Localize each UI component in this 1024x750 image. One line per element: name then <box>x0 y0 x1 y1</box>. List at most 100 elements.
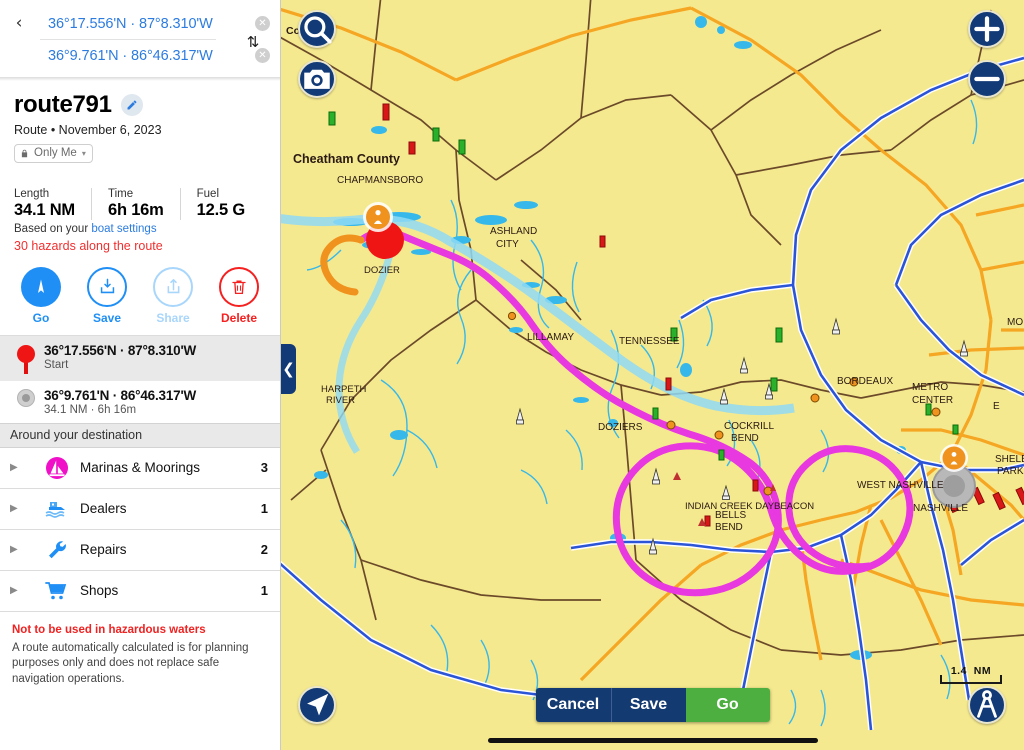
poi-count: 1 <box>260 583 268 598</box>
zoom-out-button[interactable] <box>968 60 1006 98</box>
map-save-button[interactable]: Save <box>610 688 686 722</box>
clear-origin-icon[interactable]: ✕ <box>255 16 270 31</box>
route-sidebar: ‹ 36°17.556'N · 87°8.310'W ✕ 36°9.761'N … <box>0 0 281 750</box>
expand-arrow-icon[interactable]: ▶ <box>10 462 34 473</box>
back-icon[interactable]: ‹ <box>4 15 34 32</box>
pin-red-glyph <box>17 344 35 374</box>
expand-arrow-icon[interactable]: ▶ <box>10 585 34 596</box>
lock-icon <box>21 149 28 157</box>
poi-count: 2 <box>260 542 268 557</box>
disclaimer: Not to be used in hazardous waters A rou… <box>0 612 280 688</box>
pencil-icon[interactable] <box>120 94 143 116</box>
sidebar-item-marinas[interactable]: ▶ Marinas & Moorings 3 <box>0 447 280 489</box>
origin-input[interactable]: 36°17.556'N · 87°8.310'W <box>34 16 213 32</box>
zoom-in-button[interactable] <box>968 10 1006 48</box>
share-button-circle <box>153 266 193 307</box>
stat-time-value: 6h 16m <box>107 200 164 219</box>
locate-me-button[interactable] <box>298 686 336 724</box>
sidebar-item-dealers[interactable]: ▶ Dealers 1 <box>0 488 280 530</box>
waypoint-meta: Start <box>44 358 69 371</box>
sidebar-item-repairs[interactable]: ▶ Repairs 2 <box>0 529 280 571</box>
home-indicator <box>487 738 818 743</box>
route-title-block: route791 Route • November 6, 2023 Only M… <box>0 81 280 164</box>
search-icon <box>304 16 332 44</box>
page-title: route791 <box>14 91 112 118</box>
save-button[interactable]: Save <box>74 266 140 325</box>
swap-vertical-icon[interactable]: ⇅ <box>242 30 264 54</box>
destination-row[interactable]: 36°9.761'N · 86°46.317'W ✕ <box>0 40 280 71</box>
destination-input[interactable]: 36°9.761'N · 86°46.317'W <box>34 48 213 64</box>
map-scale-bar: 1.4 NM <box>940 665 1002 684</box>
poi-marker-start <box>363 202 393 232</box>
share-upload-icon <box>167 279 179 294</box>
list-item[interactable]: 36°9.761'N · 86°46.317'W 34.1 NM · 6h 16… <box>0 381 280 423</box>
save-button-label: Save <box>92 310 122 325</box>
expand-arrow-icon[interactable]: ▶ <box>10 544 34 555</box>
delete-button[interactable]: Delete <box>206 266 272 325</box>
poi-label: Repairs <box>80 542 127 557</box>
map-label: CHAPMANSBORO <box>337 175 423 186</box>
map-label: LILLAMAY <box>527 332 574 343</box>
route-stats: Length 34.1 NM Time 6h 16m Fuel 12.5 G <box>0 164 280 220</box>
camera-icon <box>304 69 330 89</box>
map-label: PARK <box>997 466 1024 477</box>
stat-length-label: Length <box>14 187 50 200</box>
sidebar-item-shops[interactable]: ▶ Shops 1 <box>0 570 280 612</box>
poi-count: 1 <box>260 501 268 516</box>
pencil-glyph <box>127 100 137 110</box>
map-label: RIVER <box>326 395 355 406</box>
wrench-icon <box>34 538 80 562</box>
divider-compass-icon <box>977 690 997 718</box>
navigate-arrow-icon <box>307 693 329 716</box>
sailboat-circle-icon <box>34 456 80 480</box>
nautical-map[interactable]: Cheatham County CHAPMANSBORO ASHLAND CITY DO… <box>281 0 1024 750</box>
privacy-dropdown[interactable]: Only Me ▾ <box>14 144 93 163</box>
poi-label: Dealers <box>80 501 127 516</box>
origin-row[interactable]: ‹ 36°17.556'N · 87°8.310'W ✕ <box>0 8 280 39</box>
stat-fuel-value: 12.5 G <box>196 200 246 219</box>
waypoint-list: 36°17.556'N · 87°8.310'W Start 36°9.761'… <box>0 334 280 423</box>
route-subtitle: Route • November 6, 2023 <box>14 123 162 137</box>
search-header: ‹ 36°17.556'N · 87°8.310'W ✕ 36°9.761'N … <box>0 0 280 77</box>
save-button-circle <box>87 266 127 307</box>
around-destination-header: Around your destination <box>0 422 280 448</box>
boat-settings-link[interactable]: boat settings <box>91 223 156 235</box>
cancel-button[interactable]: Cancel <box>535 688 611 722</box>
delete-button-circle <box>219 266 259 307</box>
share-button[interactable]: Share <box>140 266 206 325</box>
map-label: ASHLAND <box>490 226 537 237</box>
map-camera-button[interactable] <box>298 60 336 98</box>
pin-gray-icon <box>10 388 42 415</box>
stat-time-label: Time <box>107 187 134 200</box>
divider-tool-button[interactable] <box>968 686 1006 724</box>
collapse-sidebar-button[interactable]: ❮ <box>281 344 296 394</box>
map-label: WEST NASHVILLE <box>857 480 944 491</box>
list-item[interactable]: 36°17.556'N · 87°8.310'W Start <box>0 335 280 381</box>
based-on-prefix: Based on your <box>14 222 92 235</box>
go-button[interactable]: Go <box>8 266 74 325</box>
map-label: BEND <box>715 522 743 533</box>
pin-red-icon <box>10 343 42 374</box>
waypoint-title: 36°17.556'N · 87°8.310'W <box>44 342 197 358</box>
boat-dealer-icon <box>34 498 80 520</box>
map-go-button[interactable]: Go <box>685 688 770 722</box>
map-label: BELLS <box>715 510 746 521</box>
boat-dealer-glyph <box>45 501 65 518</box>
route-actions: Go Save Share Delete <box>0 253 280 335</box>
wrench-glyph <box>49 540 66 558</box>
map-label: COCKRILL <box>724 421 774 432</box>
waypoint-title: 36°9.761'N · 86°46.317'W <box>44 387 197 403</box>
map-label: CITY <box>496 239 519 250</box>
poi-list: ▶ Marinas & Moorings 3 ▶ Dealers 1 ▶ Rep… <box>0 447 280 612</box>
expand-arrow-icon[interactable]: ▶ <box>10 503 34 514</box>
stat-fuel: Fuel 12.5 G <box>179 187 261 220</box>
trash-icon <box>232 279 246 294</box>
map-search-button[interactable] <box>298 10 336 48</box>
map-label: INDIAN CREEK DAYBEACON <box>685 501 814 512</box>
disclaimer-title: Not to be used in hazardous waters <box>12 623 206 636</box>
map-label: E <box>993 401 1000 412</box>
poi-label: Marinas & Moorings <box>80 460 201 475</box>
map-label: DOZIER <box>364 265 400 276</box>
map-label: CENTER <box>912 395 953 406</box>
stat-fuel-label: Fuel <box>196 187 220 200</box>
